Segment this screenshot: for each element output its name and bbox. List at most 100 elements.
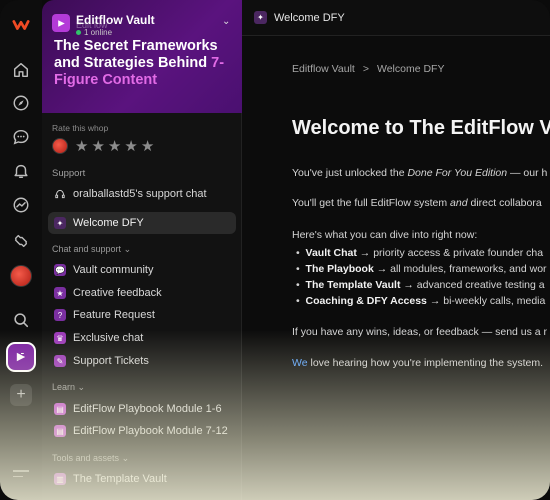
support-chat-item[interactable]: oralballastd5's support chat (48, 183, 236, 205)
editflow-app-icon[interactable] (8, 344, 34, 370)
home-icon[interactable] (8, 57, 34, 83)
star-icon[interactable]: ★ (108, 139, 121, 154)
chat-group-label: Chat and support (52, 244, 122, 254)
star-icon[interactable]: ★ (91, 139, 104, 154)
app-window: + Edit low Editflow Vault 1 online ⌄ The… (0, 0, 550, 500)
whop-banner[interactable]: Edit low Editflow Vault 1 online ⌄ The S… (42, 0, 242, 113)
sidebar-item-exclusive-chat[interactable]: ♛ Exclusive chat (48, 327, 236, 349)
icon-rail: + (0, 0, 42, 500)
chat-group-header[interactable]: Chat and support ⌄ (52, 244, 131, 255)
text: love hearing how you're implementing the… (307, 357, 544, 369)
chevron-down-icon: ⌄ (123, 244, 132, 254)
text: — our h (507, 167, 548, 179)
chevron-down-icon: ⌄ (77, 382, 86, 392)
breadcrumb-current: Welcome DFY (376, 63, 445, 75)
bullet-text: → bi-weekly calls, media (426, 295, 546, 307)
book-icon: ▤ (54, 403, 66, 415)
welcome-label: Welcome DFY (73, 217, 144, 229)
sidebar-item-support-tickets[interactable]: ✎ Support Tickets (48, 350, 236, 372)
item-label: EditFlow Playbook Module 7-12 (73, 425, 228, 437)
whop-sidebar: Edit low Editflow Vault 1 online ⌄ The S… (42, 0, 242, 500)
star-icon[interactable]: ★ (75, 139, 88, 154)
intro-paragraph: You've just unlocked the Done For You Ed… (292, 167, 547, 179)
system-paragraph: You'll get the full EditFlow system and … (292, 197, 542, 209)
learn-group-header[interactable]: Learn ⌄ (52, 382, 85, 393)
text: You've just unlocked the (292, 167, 408, 179)
sidebar-item-template-vault[interactable]: ▥ The Template Vault (48, 468, 236, 490)
sidebar-item-welcome-dfy[interactable]: ✦ Welcome DFY (48, 212, 236, 234)
star-icon: ★ (54, 287, 66, 299)
page-title: Welcome to The EditFlow V (292, 117, 550, 139)
text: You'll get the full EditFlow system (292, 197, 451, 209)
tools-group-label: Tools and assets (52, 453, 120, 463)
channel-title: Welcome DFY (274, 11, 345, 24)
text: direct collabora (467, 197, 542, 209)
bullet: • (296, 279, 300, 291)
ticket-icon: ✎ (54, 355, 66, 367)
support-icon (54, 188, 66, 200)
compass-icon[interactable] (8, 90, 34, 116)
closing-paragraph: We love hearing how you're implementing … (292, 357, 543, 369)
breadcrumb-separator: > (362, 63, 369, 75)
dive-in-paragraph: Here's what you can dive into right now: (292, 229, 478, 241)
bullet: • (296, 295, 300, 307)
item-label: EditFlow Playbook Module 1-6 (73, 403, 222, 415)
book-icon: ▤ (54, 425, 66, 437)
add-icon[interactable]: + (8, 382, 34, 408)
item-label: The Template Vault (73, 473, 167, 485)
avatar[interactable] (8, 263, 34, 289)
sidebar-item-feature-request[interactable]: ? Feature Request (48, 304, 236, 326)
whop-title: Editflow Vault (76, 13, 155, 27)
item-label: Creative feedback (73, 287, 162, 299)
bullet-title: Coaching & DFY Access (305, 295, 427, 307)
bullet-title: Vault Chat (305, 247, 357, 259)
emphasis: Done For You Edition (407, 167, 508, 179)
online-status: 1 online (76, 28, 112, 37)
list-item: • The Playbook → all modules, frameworks… (296, 263, 547, 275)
chat-icon: 💬 (54, 264, 66, 276)
item-label: Vault community (73, 264, 154, 276)
menu-icon[interactable] (13, 470, 29, 481)
crown-icon: ♛ (54, 332, 66, 344)
emphasis: and (450, 197, 468, 209)
welcome-icon: ✦ (54, 217, 66, 229)
online-count: 1 online (84, 28, 113, 37)
support-label: Support (52, 168, 86, 179)
learn-group-label: Learn (52, 382, 76, 392)
list-item: • Vault Chat → priority access & private… (296, 247, 543, 259)
rating-stars[interactable]: ★ ★ ★ ★ ★ (52, 138, 154, 154)
ticket-icon[interactable] (8, 228, 34, 254)
chevron-down-icon[interactable]: ⌄ (222, 16, 230, 27)
chat-icon[interactable] (8, 124, 34, 150)
star-icon[interactable]: ★ (141, 139, 154, 154)
online-dot-icon (76, 30, 81, 35)
trending-icon[interactable] (8, 192, 34, 218)
breadcrumb-vault[interactable]: Editflow Vault (292, 63, 355, 75)
bell-icon[interactable] (8, 158, 34, 184)
sidebar-item-playbook-1-6[interactable]: ▤ EditFlow Playbook Module 1-6 (48, 398, 236, 420)
list-item: • Coaching & DFY Access → bi-weekly call… (296, 295, 545, 307)
main-content: Editflow Vault > Welcome DFY Welcome to … (242, 37, 550, 500)
star-icon[interactable]: ★ (124, 139, 137, 154)
editflow-logo-icon (52, 14, 70, 32)
bullet-title: The Playbook (305, 263, 374, 275)
file-icon: ▥ (54, 473, 66, 485)
we-link[interactable]: We (292, 357, 308, 369)
search-icon[interactable] (8, 307, 34, 333)
sidebar-item-creative-feedback[interactable]: ★ Creative feedback (48, 282, 236, 304)
bullet-title: The Template Vault (305, 279, 401, 291)
breadcrumb: Editflow Vault > Welcome DFY (292, 63, 444, 75)
bullet-text: → priority access & private founder cha (356, 247, 544, 259)
item-label: Exclusive chat (73, 332, 144, 344)
brand-logo-icon[interactable] (8, 12, 34, 38)
support-chat-label: oralballastd5's support chat (73, 188, 207, 200)
chevron-down-icon: ⌄ (121, 453, 130, 463)
sidebar-item-playbook-7-12[interactable]: ▤ EditFlow Playbook Module 7-12 (48, 420, 236, 442)
banner-headline: The Secret Frameworks and Strategies Beh… (54, 38, 238, 89)
welcome-icon: ✦ (254, 11, 267, 24)
channel-header: ✦ Welcome DFY (242, 0, 550, 36)
list-item: • The Template Vault → advanced creative… (296, 279, 545, 291)
sidebar-item-vault-community[interactable]: 💬 Vault community (48, 259, 236, 281)
item-label: Support Tickets (73, 355, 149, 367)
tools-group-header[interactable]: Tools and assets ⌄ (52, 453, 129, 464)
